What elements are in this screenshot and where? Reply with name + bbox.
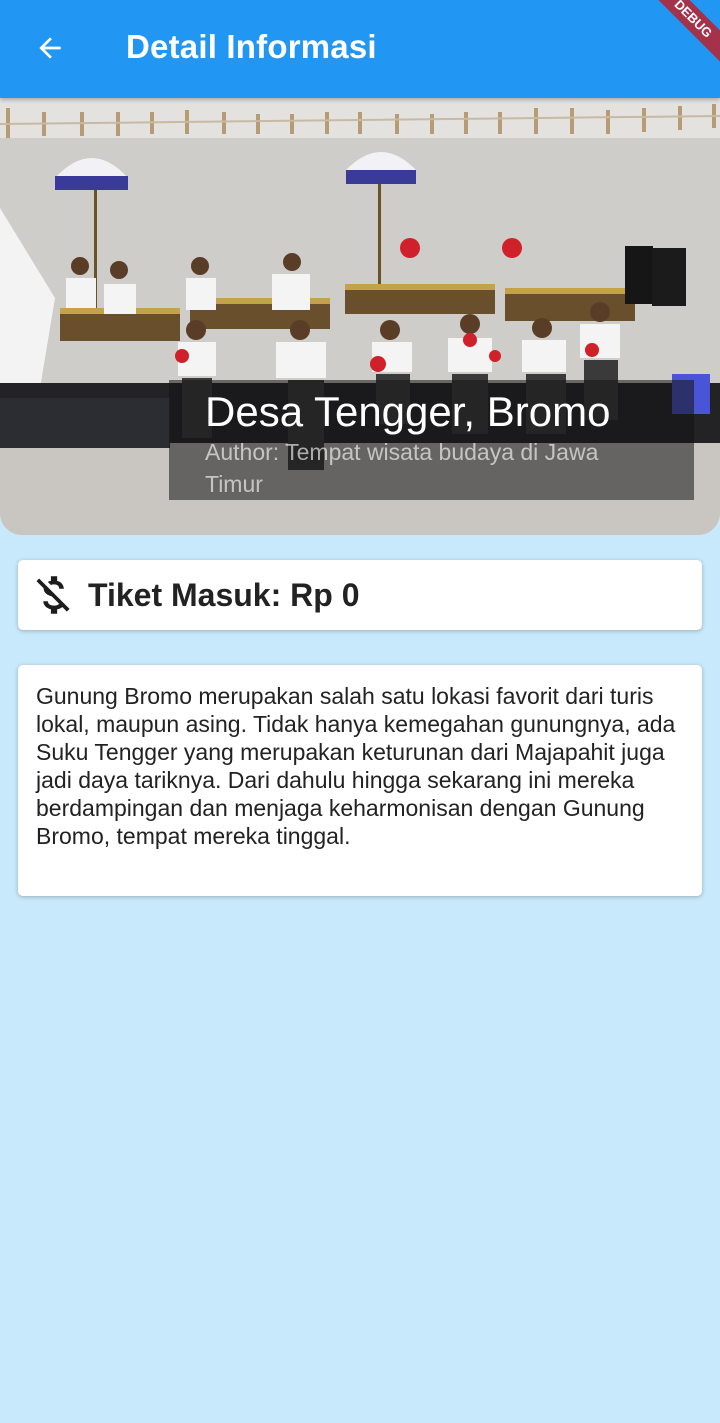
page-title: Detail Informasi xyxy=(126,28,377,65)
app-bar: Detail Informasi xyxy=(0,0,720,98)
money-off-icon xyxy=(28,567,78,623)
ticket-card: Tiket Masuk: Rp 0 xyxy=(18,560,702,630)
description-text: Gunung Bromo merupakan salah satu lokasi… xyxy=(36,683,676,849)
hero-caption: Desa Tengger, Bromo Author: Tempat wisat… xyxy=(169,380,694,500)
destination-author: Author: Tempat wisata budaya di Jawa Tim… xyxy=(205,439,599,497)
destination-title: Desa Tengger, Bromo xyxy=(205,388,611,435)
arrow-left-icon xyxy=(34,32,66,69)
hero-image-card: Desa Tengger, Bromo Author: Tempat wisat… xyxy=(0,98,720,535)
back-button[interactable] xyxy=(22,22,78,78)
ticket-price: Tiket Masuk: Rp 0 xyxy=(88,576,360,613)
description-card: Gunung Bromo merupakan salah satu lokasi… xyxy=(18,665,702,896)
